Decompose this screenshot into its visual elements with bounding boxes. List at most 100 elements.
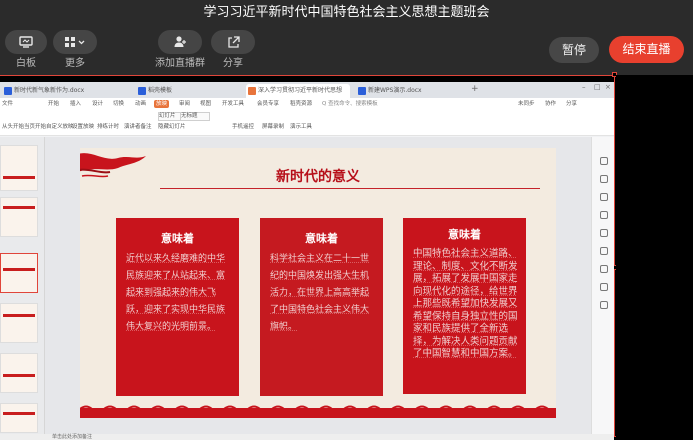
pen-icon[interactable] xyxy=(600,157,608,165)
current-slide[interactable]: 新时代的意义 意味着 近代以来久经磨难的中华民族迎来了从站起来、富起来到强起来的… xyxy=(80,148,556,418)
doc-icon xyxy=(138,87,146,95)
menu-home[interactable]: 开始 xyxy=(48,100,59,108)
animation-icon[interactable] xyxy=(600,229,608,237)
minimize-icon[interactable]: – xyxy=(582,83,586,91)
whiteboard-label: 白板 xyxy=(16,58,36,69)
slide-thumbnail[interactable] xyxy=(0,353,38,393)
grid-icon xyxy=(65,37,85,47)
meaning-card-3: 意味着 中国特色社会主义道路、理论、制度、文化不断发展，拓展了发展中国家走向现代… xyxy=(403,218,526,394)
slide-thumbnail[interactable] xyxy=(0,145,38,191)
tab-label: 深入学习贯彻习近平新时代思想 xyxy=(258,87,343,94)
whiteboard-icon xyxy=(19,36,33,48)
tab-doc-1[interactable]: 新时代新气象新作为.docx xyxy=(2,84,90,98)
new-tab-icon[interactable]: + xyxy=(471,84,479,94)
card-heading: 意味着 xyxy=(161,232,194,245)
ribbon-setup-show[interactable]: 设置放映 xyxy=(72,124,94,131)
ppt-icon xyxy=(248,87,256,95)
share-button[interactable] xyxy=(211,30,255,54)
doc-icon xyxy=(358,87,366,95)
clock-icon[interactable] xyxy=(600,265,608,273)
document-tab-bar: 新时代新气象新作为.docx 稻壳模板 深入学习贯彻习近平新时代思想 新建WPS… xyxy=(0,82,614,98)
more-label: 更多 xyxy=(65,58,85,69)
menu-transition[interactable]: 切换 xyxy=(113,100,124,108)
background-area xyxy=(616,75,693,440)
ribbon-custom-show[interactable]: 自定义放映 xyxy=(46,124,74,131)
sync-status[interactable]: 未同步 xyxy=(518,100,535,108)
shape-icon[interactable] xyxy=(600,175,608,183)
meaning-card-2: 意味着 科学社会主义在二十一世纪的中国焕发出强大生机活力，在世界上高高举起了中国… xyxy=(260,218,383,396)
card-heading: 意味着 xyxy=(305,232,338,245)
share-doc-button[interactable]: 分享 xyxy=(566,100,577,108)
whiteboard-tool[interactable]: 白板 xyxy=(5,30,47,70)
add-live-group-label: 添加直播群 xyxy=(155,58,205,69)
share-label: 分享 xyxy=(223,58,243,69)
tab-presentation-active[interactable]: 深入学习贯彻习近平新时代思想 xyxy=(246,84,350,98)
share-tool[interactable]: 分享 xyxy=(211,30,255,70)
ribbon-screen-record[interactable]: 屏幕录制 xyxy=(262,124,284,131)
maximize-icon[interactable]: □ xyxy=(594,83,601,91)
pause-button[interactable]: 暂停 xyxy=(549,37,599,63)
menu-view[interactable]: 视图 xyxy=(200,100,211,108)
tab-doc-2[interactable]: 稻壳模板 xyxy=(136,84,236,98)
end-live-button[interactable]: 结束直播 xyxy=(609,36,684,63)
menu-animation[interactable]: 动画 xyxy=(135,100,146,108)
menu-insert[interactable]: 插入 xyxy=(70,100,81,108)
meaning-card-1: 意味着 近代以来久经磨难的中华民族迎来了从站起来、富起来到强起来的伟大飞跃，迎来… xyxy=(116,218,239,396)
slide-thumbnail[interactable] xyxy=(0,197,38,237)
ribbon-select-title[interactable]: 无标题 xyxy=(180,112,210,121)
slide-thumbnail-panel xyxy=(0,137,45,440)
whiteboard-button[interactable] xyxy=(5,30,47,54)
menu-review[interactable]: 审阅 xyxy=(179,100,190,108)
menu-docer[interactable]: 稻壳资源 xyxy=(290,100,312,108)
status-bar: 单击此处添加备注 xyxy=(0,434,614,440)
slide-thumbnail[interactable] xyxy=(0,403,38,433)
ribbon-presenter-notes[interactable]: 演讲者备注 xyxy=(124,124,152,131)
slide-thumbnail-current[interactable] xyxy=(0,253,38,293)
card-body: 科学社会主义在二十一世纪的中国焕发出强大生机活力，在世界上高高举起了中国特色社会… xyxy=(270,254,370,332)
more-options-icon[interactable] xyxy=(600,301,608,309)
slide-title: 新时代的意义 xyxy=(276,169,360,185)
collaborate-button[interactable]: 协作 xyxy=(545,100,556,108)
menu-file[interactable]: 文件 xyxy=(2,100,13,108)
location-icon[interactable] xyxy=(600,283,608,291)
settings-icon[interactable] xyxy=(600,247,608,255)
ribbon-phone-remote[interactable]: 手机遥控 xyxy=(232,124,254,131)
style-icon[interactable] xyxy=(600,193,608,201)
more-button[interactable] xyxy=(53,30,97,54)
ribbon-presentation-tools[interactable]: 演示工具 xyxy=(290,124,312,131)
ribbon-hide-slide[interactable]: 隐藏幻灯片 xyxy=(158,124,186,131)
add-live-group-tool[interactable]: 添加直播群 xyxy=(154,30,206,70)
ribbon-from-current[interactable]: 当页开始 xyxy=(24,124,46,131)
ribbon-from-start[interactable]: 从头开始 xyxy=(2,124,24,131)
right-task-pane xyxy=(591,137,614,434)
slideshow-ribbon: 从头开始 当页开始 自定义放映 设置放映 排练计时 演讲者备注 幻灯片 隐藏幻灯… xyxy=(0,110,614,136)
title-underline xyxy=(160,188,540,189)
add-live-group-button[interactable] xyxy=(158,30,202,54)
person-add-icon xyxy=(174,36,186,47)
layers-icon[interactable] xyxy=(600,211,608,219)
menu-member[interactable]: 会员专享 xyxy=(257,100,279,108)
tab-label: 新时代新气象新作为.docx xyxy=(14,87,85,94)
card-body: 中国特色社会主义道路、理论、制度、文化不断发展，拓展了发展中国家走向现代化的途径… xyxy=(413,248,518,359)
doc-icon xyxy=(4,87,12,95)
tab-label: 稻壳模板 xyxy=(148,87,173,94)
notes-placeholder[interactable]: 单击此处添加备注 xyxy=(52,433,92,440)
menu-developer[interactable]: 开发工具 xyxy=(222,100,244,108)
close-icon[interactable]: × xyxy=(605,83,611,91)
menu-design[interactable]: 设计 xyxy=(92,100,103,108)
menu-bar: 文件 开始 插入 设计 切换 动画 放映 审阅 视图 开发工具 会员专享 稻壳资… xyxy=(0,98,614,110)
more-tool[interactable]: 更多 xyxy=(53,30,97,70)
command-search[interactable]: Q 查找命令、搜索模板 xyxy=(322,100,378,108)
ribbon-rehearse[interactable]: 排练计时 xyxy=(97,124,119,131)
slide-thumbnail[interactable] xyxy=(0,303,38,343)
live-control-bar: 学习习近平新时代中国特色社会主义思想主题班会 白板 更多 添加直播群 分享 暂停… xyxy=(0,0,693,75)
card-heading: 意味着 xyxy=(448,228,481,241)
screen: 学习习近平新时代中国特色社会主义思想主题班会 白板 更多 添加直播群 分享 暂停… xyxy=(0,0,693,440)
footer-pattern-icon xyxy=(80,405,556,418)
tab-doc-4[interactable]: 新建WPS演示.docx xyxy=(356,84,456,98)
tab-label: 新建WPS演示.docx xyxy=(368,87,422,94)
live-title: 学习习近平新时代中国特色社会主义思想主题班会 xyxy=(203,5,490,20)
share-icon xyxy=(227,35,240,48)
card-body: 近代以来久经磨难的中华民族迎来了从站起来、富起来到强起来的伟大飞跃，迎来了实现中… xyxy=(126,254,226,332)
menu-slideshow[interactable]: 放映 xyxy=(154,100,170,108)
